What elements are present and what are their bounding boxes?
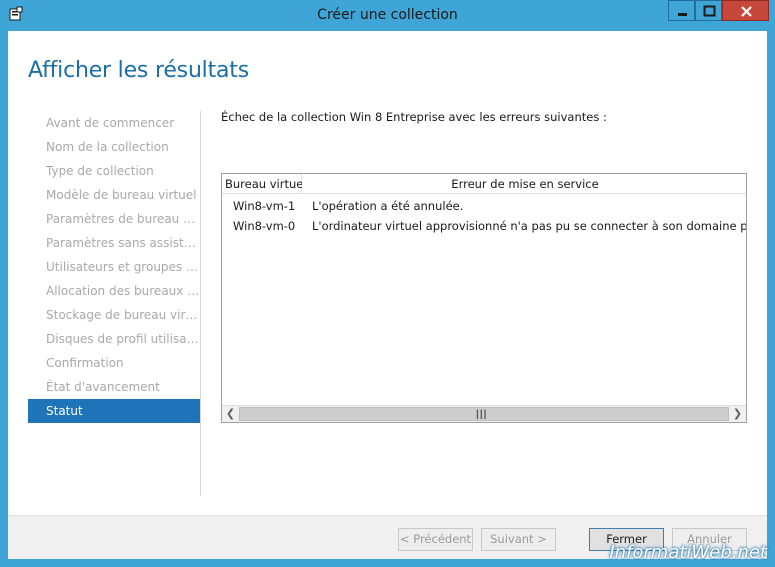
nav-item-allocation-bureaux: Allocation des bureaux vir... bbox=[46, 284, 200, 298]
nav-item-modele-bureau: Modèle de bureau virtuel bbox=[46, 188, 197, 202]
nav-item-avant-de-commencer: Avant de commencer bbox=[46, 116, 175, 130]
column-header-vm[interactable]: Bureau virtuel bbox=[222, 174, 307, 194]
error-message: Échec de la collection Win 8 Entreprise … bbox=[221, 110, 607, 124]
scroll-left-arrow-icon[interactable]: ❮ bbox=[222, 406, 239, 422]
table-row[interactable]: Win8-vm-0 L'ordinateur virtuel approvisi… bbox=[222, 216, 746, 236]
watermark-logo: InformatiWeb.net bbox=[609, 542, 767, 563]
nav-item-type-collection: Type de collection bbox=[46, 164, 154, 178]
vm-name-cell: Win8-vm-1 bbox=[233, 199, 296, 213]
error-cell: L'opération a été annulée. bbox=[312, 199, 464, 213]
nav-item-parametres-sans-assistance: Paramètres sans assistance bbox=[46, 236, 200, 250]
grip-icon: ┃┃┃ bbox=[475, 410, 487, 419]
error-cell: L'ordinateur virtuel approvisionné n'a p… bbox=[312, 219, 747, 233]
nav-item-etat-avancement: État d'avancement bbox=[46, 380, 160, 394]
nav-item-stockage: Stockage de bureau virtuel bbox=[46, 308, 200, 322]
nav-item-nom-collection: Nom de la collection bbox=[46, 140, 169, 154]
nav-item-statut[interactable]: Statut bbox=[28, 399, 200, 423]
nav-item-utilisateurs-groupes: Utilisateurs et groupes d'... bbox=[46, 260, 200, 274]
page-title: Afficher les résultats bbox=[28, 58, 249, 83]
wizard-nav: Avant de commencer Nom de la collection … bbox=[28, 111, 200, 423]
nav-item-parametres-bureau: Paramètres de bureau virt... bbox=[46, 212, 200, 226]
window-title: Créer une collection bbox=[317, 7, 458, 23]
maximize-button[interactable] bbox=[695, 0, 722, 21]
maximize-icon bbox=[703, 5, 716, 17]
close-icon bbox=[741, 6, 752, 17]
column-header-error[interactable]: Erreur de mise en service bbox=[302, 174, 746, 194]
dialog-window: Créer une collection Afficher les résult… bbox=[0, 0, 775, 567]
results-table[interactable]: Bureau virtuel Erreur de mise en service… bbox=[221, 173, 747, 423]
scrollbar-thumb[interactable]: ┃┃┃ bbox=[239, 407, 729, 421]
title-bar[interactable]: Créer une collection bbox=[0, 0, 775, 31]
next-button[interactable]: Suivant > bbox=[481, 528, 556, 551]
horizontal-scrollbar[interactable]: ❮ ┃┃┃ ❯ bbox=[222, 405, 746, 422]
nav-item-disques-profil: Disques de profil utilisateur bbox=[46, 332, 200, 346]
previous-button[interactable]: < Précédent bbox=[398, 528, 473, 551]
wizard-content: Afficher les résultats Avant de commence… bbox=[8, 31, 767, 559]
nav-divider bbox=[200, 111, 201, 496]
scroll-right-arrow-icon[interactable]: ❯ bbox=[729, 406, 746, 422]
minimize-button[interactable] bbox=[668, 0, 695, 21]
close-window-button[interactable] bbox=[722, 0, 769, 21]
table-row[interactable]: Win8-vm-1 L'opération a été annulée. bbox=[222, 196, 746, 216]
vm-name-cell: Win8-vm-0 bbox=[233, 219, 296, 233]
nav-item-confirmation: Confirmation bbox=[46, 356, 124, 370]
minimize-icon bbox=[678, 13, 687, 16]
